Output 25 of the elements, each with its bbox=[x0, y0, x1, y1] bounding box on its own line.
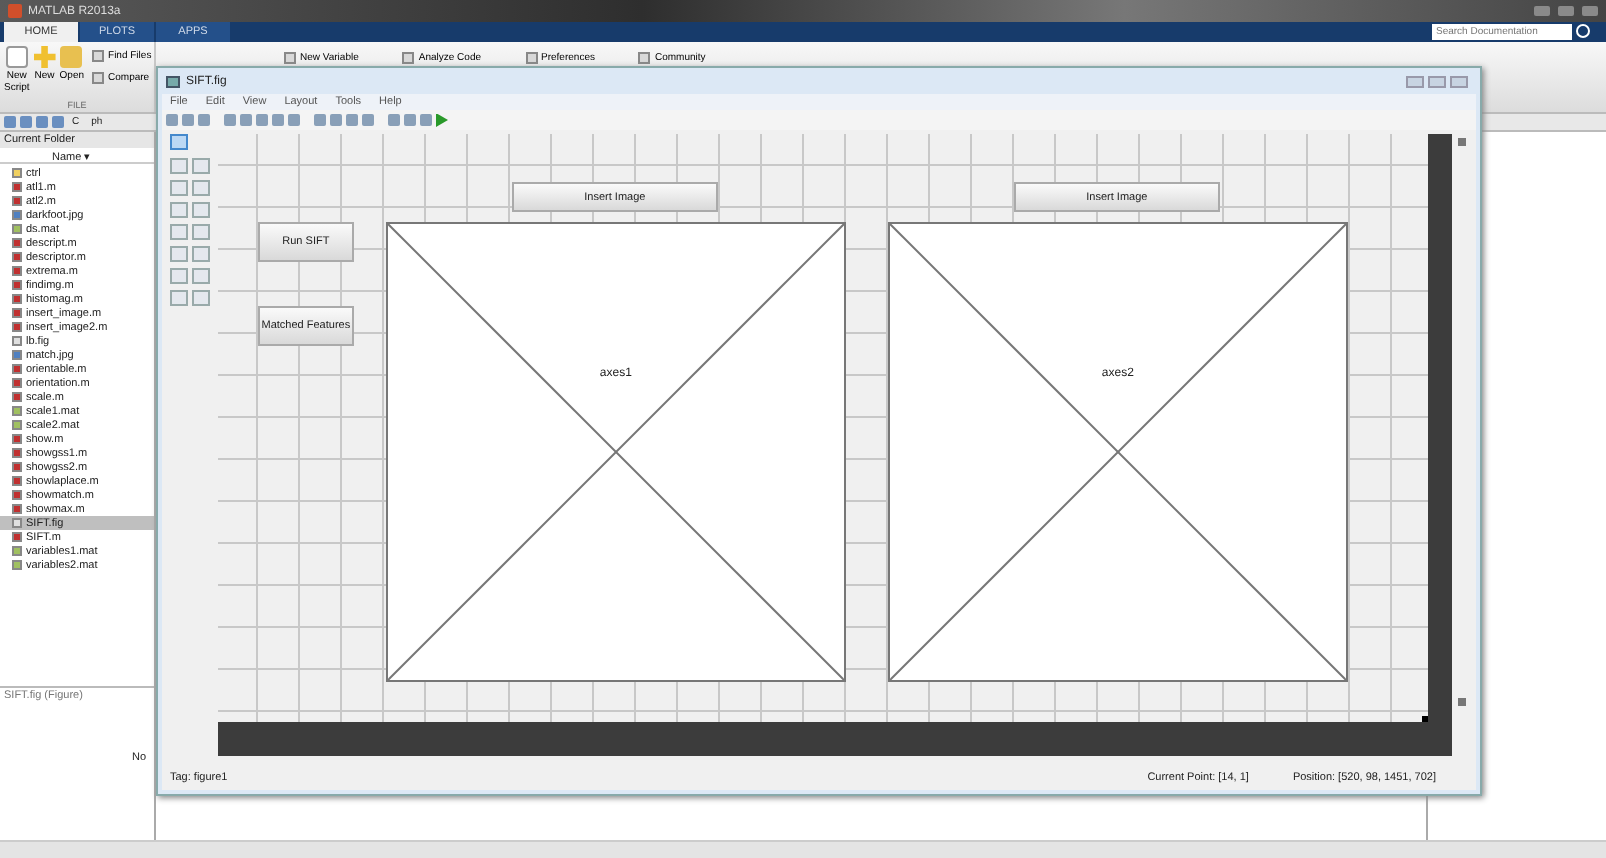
scroll-up-icon[interactable] bbox=[1458, 138, 1467, 146]
figure-file-icon bbox=[12, 336, 22, 346]
resize-handle-icon[interactable] bbox=[1421, 716, 1428, 722]
figure-icon bbox=[166, 75, 180, 87]
run-icon[interactable] bbox=[436, 113, 448, 127]
close-icon[interactable] bbox=[1450, 75, 1468, 87]
file-icon bbox=[284, 51, 296, 63]
close-icon[interactable] bbox=[1582, 6, 1598, 16]
document-icon bbox=[5, 46, 28, 68]
image-file-icon bbox=[12, 350, 22, 360]
minimize-icon[interactable] bbox=[1534, 6, 1550, 16]
file-icon bbox=[638, 51, 651, 63]
script-file-icon bbox=[12, 532, 22, 542]
maximize-icon[interactable] bbox=[1428, 75, 1446, 87]
maximize-icon[interactable] bbox=[1558, 6, 1574, 16]
app-logo-icon bbox=[8, 4, 22, 18]
plus-icon bbox=[33, 46, 56, 68]
search-icon[interactable] bbox=[1576, 24, 1590, 38]
file-icon bbox=[402, 51, 415, 63]
scroll-down-icon[interactable] bbox=[1458, 698, 1467, 706]
file-icon bbox=[525, 51, 538, 63]
data-file-icon bbox=[12, 224, 22, 234]
figure-file-icon bbox=[12, 518, 22, 528]
minimize-icon[interactable] bbox=[1406, 75, 1424, 87]
image-file-icon bbox=[12, 210, 22, 220]
